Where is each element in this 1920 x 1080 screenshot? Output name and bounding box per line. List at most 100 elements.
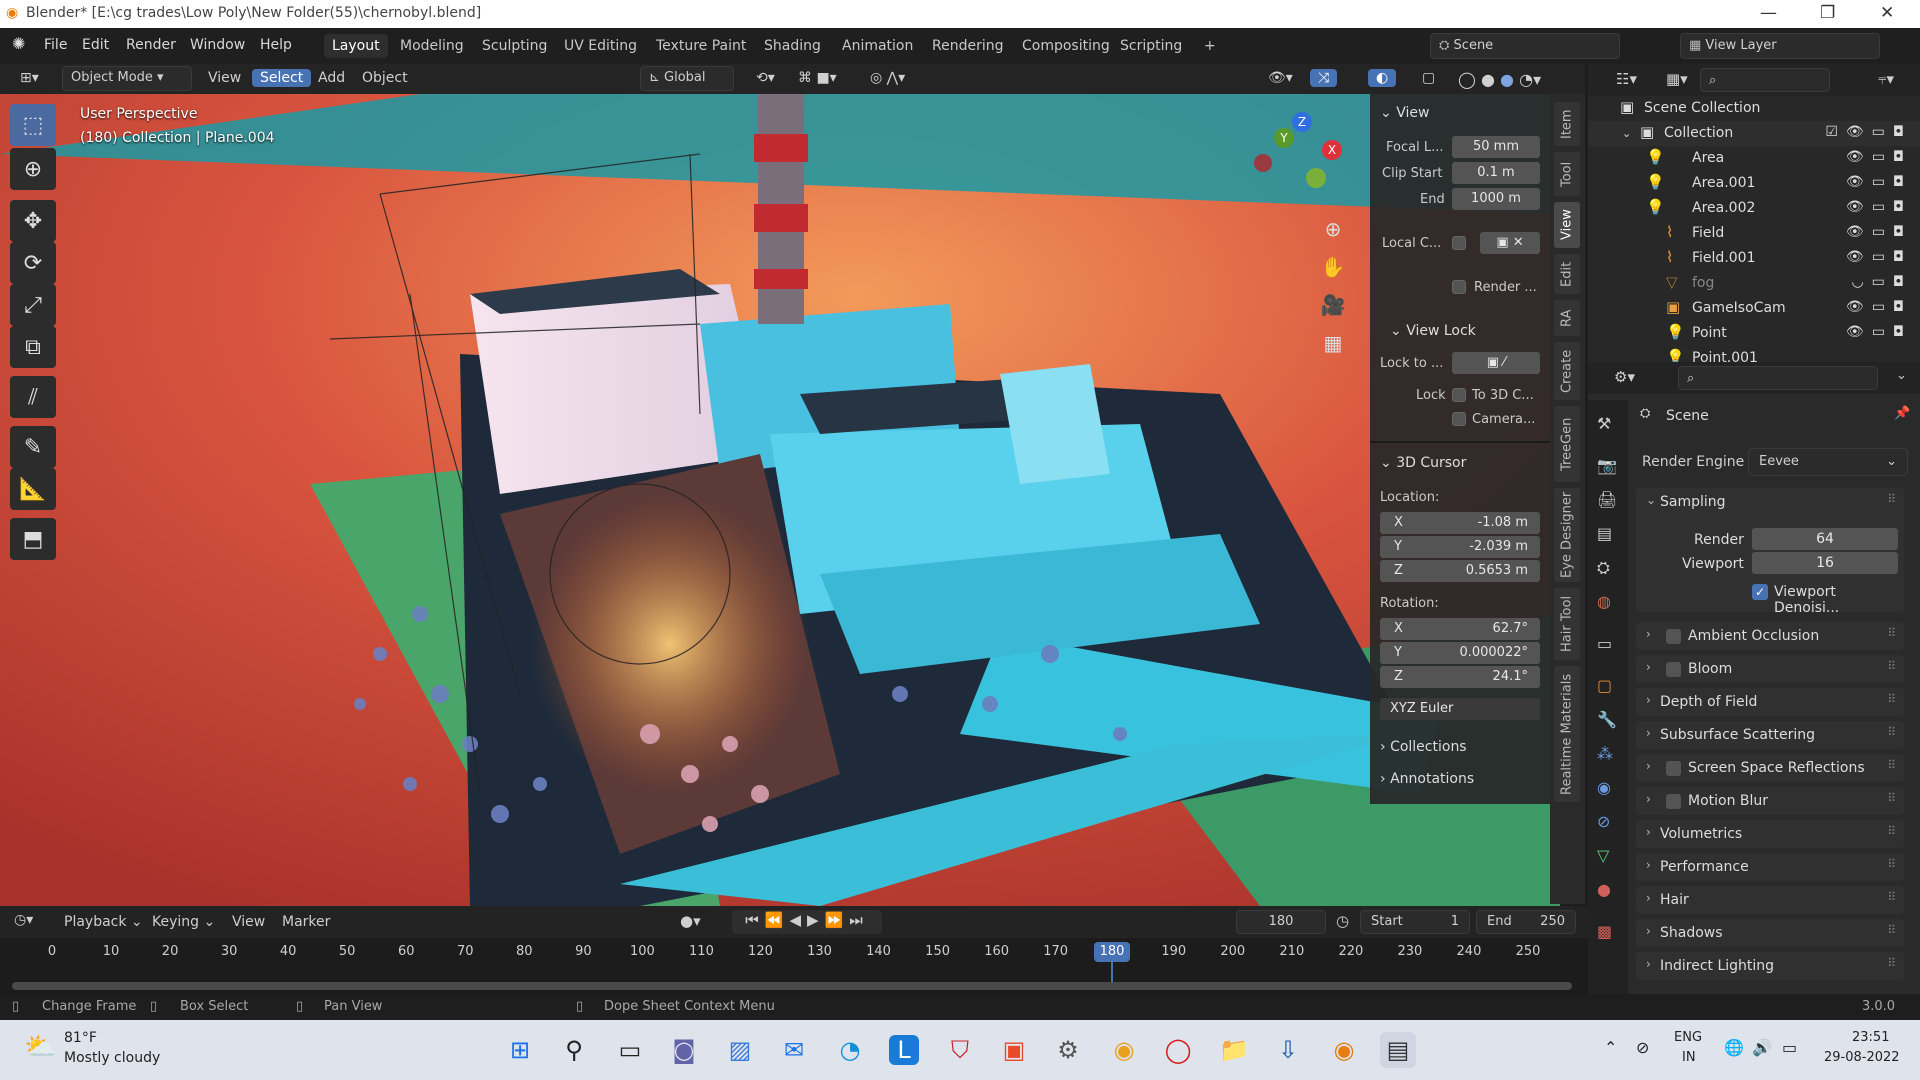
rotation-mode-dropdown[interactable]: XYZ Euler bbox=[1380, 698, 1540, 720]
camera-view-icon[interactable]: 🎥 bbox=[1318, 286, 1348, 324]
editor-type-icon[interactable]: ☷▾ bbox=[1616, 70, 1637, 88]
world-tab-icon[interactable]: ◍ bbox=[1597, 592, 1611, 611]
cursor-location-x[interactable]: X -1.08 m bbox=[1380, 512, 1540, 534]
mode-selector[interactable]: Object Mode ▾ bbox=[62, 66, 192, 91]
tab-layout[interactable]: Layout bbox=[324, 34, 388, 58]
cursor-rotation-z[interactable]: Z 24.1° bbox=[1380, 666, 1540, 688]
depth-of-field-panel[interactable]: › Depth of Field ⠿ bbox=[1636, 688, 1904, 716]
blender-taskbar-icon[interactable]: ◉ bbox=[1326, 1032, 1362, 1068]
menu-window[interactable]: Window bbox=[190, 37, 245, 53]
output-tab-icon[interactable]: 🖨 bbox=[1597, 490, 1617, 509]
speaker-icon[interactable]: 🔊 bbox=[1752, 1038, 1772, 1057]
outliner-row-field-001[interactable]: ⌇ Field.001 👁▭◘ bbox=[1588, 246, 1920, 271]
settings-gear-icon[interactable]: ⚙ bbox=[1050, 1032, 1086, 1068]
visibility-toggles[interactable]: 👁▭◘ bbox=[1846, 174, 1912, 190]
proportional-edit-icon[interactable]: ◎ ⋀▾ bbox=[862, 69, 913, 87]
local-camera-picker[interactable]: ▣ ✕ bbox=[1480, 232, 1540, 254]
visibility-toggles[interactable]: ◡▭◘ bbox=[1851, 274, 1912, 290]
cursor-location-z[interactable]: Z 0.5653 m bbox=[1380, 560, 1540, 582]
visibility-toggles[interactable]: 👁▭◘ bbox=[1846, 199, 1912, 215]
render-samples-field[interactable]: 64 bbox=[1752, 528, 1898, 550]
lock-camera-checkbox[interactable] bbox=[1452, 412, 1466, 426]
visibility-toggles[interactable]: 👁▭◘ bbox=[1846, 249, 1912, 265]
xray-icon[interactable]: ▢ bbox=[1414, 69, 1443, 87]
screen-space-reflections-panel[interactable]: › Screen Space Reflections ⠿ bbox=[1636, 754, 1904, 782]
visibility-toggles[interactable]: 👁▭◘ bbox=[1846, 299, 1912, 315]
region-code[interactable]: IN bbox=[1682, 1050, 1696, 1065]
view-layer-tab-icon[interactable]: ▤ bbox=[1597, 524, 1612, 543]
tab-compositing[interactable]: Compositing bbox=[1014, 34, 1118, 58]
outliner-row-gameisocam[interactable]: ▣ GameIsoCam 👁▭◘ bbox=[1588, 296, 1920, 321]
ortho-grid-icon[interactable]: ▦ bbox=[1318, 324, 1348, 362]
tab-create[interactable]: Create bbox=[1554, 342, 1580, 400]
outliner-row-area-001[interactable]: 💡 Area.001 👁▭◘ bbox=[1588, 171, 1920, 196]
tab-shading[interactable]: Shading bbox=[756, 34, 829, 58]
viewport-denoise-checkbox[interactable]: ✓ bbox=[1752, 584, 1768, 600]
tab-realtime-materials[interactable]: Realtime Materials bbox=[1554, 666, 1580, 802]
outliner-row-point-001[interactable]: 💡 Point.001 bbox=[1588, 346, 1920, 362]
move-tool-icon[interactable]: ✥ bbox=[10, 200, 56, 242]
hair-panel[interactable]: › Hair ⠿ bbox=[1636, 886, 1904, 914]
snap-icon[interactable]: ⌘ ■▾ bbox=[790, 69, 845, 87]
performance-panel[interactable]: › Performance ⠿ bbox=[1636, 853, 1904, 881]
tab-scripting[interactable]: Scripting bbox=[1112, 34, 1190, 58]
constraints-tab-icon[interactable]: ⊘ bbox=[1597, 812, 1610, 831]
shadows-panel[interactable]: › Shadows ⠿ bbox=[1636, 919, 1904, 947]
expand-arrow-icon[interactable]: ⌄ bbox=[1622, 127, 1631, 140]
shading-modes-icon[interactable]: ◯ ● ● ◔▾ bbox=[1450, 69, 1549, 90]
data-tab-icon[interactable]: ▽ bbox=[1597, 846, 1609, 865]
editor-type-icon[interactable]: ⚙▾ bbox=[1614, 368, 1635, 386]
playback-controls[interactable]: ⏮⏪◀▶⏩⏭ bbox=[732, 910, 882, 934]
clip-end-field[interactable]: 1000 m bbox=[1452, 188, 1540, 210]
rotate-tool-icon[interactable]: ⟳ bbox=[10, 242, 56, 284]
start-menu-icon[interactable]: ⊞ bbox=[502, 1032, 538, 1068]
opera-browser-icon[interactable]: ◯ bbox=[1160, 1032, 1196, 1068]
close-button[interactable]: ✕ bbox=[1880, 3, 1894, 23]
task-view-icon[interactable]: ▭ bbox=[612, 1032, 648, 1068]
record-icon[interactable]: ●▾ bbox=[680, 912, 701, 930]
annotate-tool-icon[interactable]: ⫽ bbox=[10, 376, 56, 418]
properties-search-input[interactable]: ⌕ bbox=[1678, 366, 1878, 390]
cursor-rotation-y[interactable]: Y 0.000022° bbox=[1380, 642, 1540, 664]
scale-tool-icon[interactable]: ⤢ bbox=[10, 284, 56, 326]
tool-tab-icon[interactable]: ⚒ bbox=[1597, 414, 1611, 433]
active-app-icon[interactable]: ▤ bbox=[1380, 1032, 1416, 1068]
tray-overflow-icon[interactable]: ⌃ bbox=[1604, 1038, 1617, 1057]
cursor-tool-icon[interactable]: ⊕ bbox=[10, 148, 56, 190]
blender-menu-icon[interactable]: ✺ bbox=[12, 34, 25, 53]
display-mode-icon[interactable]: ▦▾ bbox=[1666, 70, 1688, 88]
editor-type-icon[interactable]: ◷▾ bbox=[14, 912, 33, 928]
modifier-tab-icon[interactable]: 🔧 bbox=[1597, 710, 1617, 729]
network-off-icon[interactable]: ⊘ bbox=[1636, 1038, 1649, 1057]
clock-date[interactable]: 29-08-2022 bbox=[1824, 1050, 1900, 1065]
pan-hand-icon[interactable]: ✋ bbox=[1318, 248, 1348, 286]
zoom-icon[interactable]: ⊕ bbox=[1318, 210, 1348, 248]
physics-tab-icon[interactable]: ◉ bbox=[1597, 778, 1611, 797]
enable-checkbox[interactable] bbox=[1666, 761, 1681, 776]
restore-button[interactable]: ❐ bbox=[1820, 3, 1835, 23]
outliner-row-point[interactable]: 💡 Point 👁▭◘ bbox=[1588, 321, 1920, 346]
visibility-toggles[interactable]: 👁▭◘ bbox=[1846, 149, 1912, 165]
scene-selector[interactable]: ⛭ Scene bbox=[1430, 33, 1620, 59]
overlay-toggle-icon[interactable]: ◐ bbox=[1368, 69, 1397, 87]
expand-arrow-icon[interactable]: ⌄ bbox=[1646, 493, 1656, 507]
draw-tool-icon[interactable]: ✎ bbox=[10, 426, 56, 468]
enable-checkbox[interactable] bbox=[1666, 629, 1681, 644]
end-frame-field[interactable]: End 250 bbox=[1476, 910, 1576, 934]
local-camera-checkbox[interactable] bbox=[1452, 236, 1466, 250]
menu-object[interactable]: Object bbox=[354, 69, 416, 87]
pin-icon[interactable]: 📌 bbox=[1894, 406, 1910, 421]
clock-time[interactable]: 23:51 bbox=[1852, 1030, 1889, 1045]
tab-eye-designer[interactable]: Eye Designer bbox=[1554, 488, 1580, 582]
file-explorer-icon[interactable]: 📁 bbox=[1216, 1032, 1252, 1068]
tab-ra[interactable]: RA bbox=[1554, 300, 1580, 336]
menu-add[interactable]: Add bbox=[310, 69, 353, 87]
playhead-indicator[interactable]: 180 bbox=[1094, 942, 1130, 962]
view-panel-header[interactable]: ⌄ View bbox=[1370, 100, 1550, 126]
navigation-gizmo[interactable]: Z X Y bbox=[1250, 110, 1350, 210]
ambient-occlusion-panel[interactable]: › Ambient Occlusion ⠿ bbox=[1636, 622, 1904, 650]
tab-treegen[interactable]: TreeGen bbox=[1554, 406, 1580, 482]
measure-tool-icon[interactable]: 📐 bbox=[10, 468, 56, 510]
chevron-down-icon[interactable]: ⌄ bbox=[1896, 368, 1907, 383]
menu-keying[interactable]: Keying ⌄ bbox=[152, 914, 215, 930]
